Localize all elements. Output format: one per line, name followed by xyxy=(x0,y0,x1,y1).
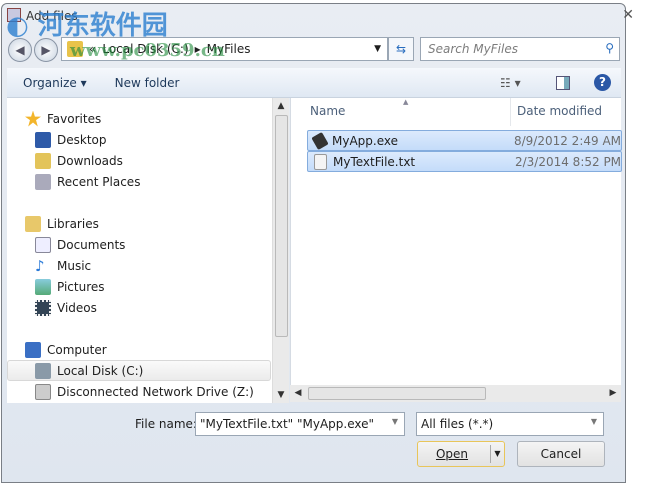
address-bar[interactable]: « Local Disk (C:) ▸ MyFiles ▼ xyxy=(61,37,388,61)
navigation-pane: Favorites Desktop Downloads Recent Place… xyxy=(7,98,272,403)
recent-places-icon xyxy=(35,173,51,190)
nav-favorites[interactable]: Favorites xyxy=(25,108,101,129)
new-folder-button[interactable]: New folder xyxy=(107,76,188,90)
nav-downloads[interactable]: Downloads xyxy=(35,150,123,171)
view-options-icon[interactable]: ☷ ▾ xyxy=(500,76,521,90)
chevron-down-icon[interactable]: ▼ xyxy=(591,417,597,426)
scroll-left-icon[interactable]: ◀ xyxy=(290,385,306,401)
file-list: Name ▲ Date modified MyApp.exe 8/9/2012 2… xyxy=(290,98,622,385)
organize-button[interactable]: Organize ▾ xyxy=(15,76,95,90)
folder-icon xyxy=(67,41,83,57)
nav-local-disk[interactable]: Local Disk (C:) xyxy=(7,360,271,381)
scrollbar-thumb[interactable] xyxy=(275,115,288,337)
app-icon xyxy=(7,8,21,22)
preview-pane-icon[interactable] xyxy=(556,75,570,90)
nav-libraries[interactable]: Libraries xyxy=(25,213,99,234)
drive-icon xyxy=(35,362,51,379)
chevron-down-icon[interactable]: ▼ xyxy=(392,417,398,426)
star-icon xyxy=(25,110,41,127)
text-file-icon xyxy=(314,153,327,170)
breadcrumb-myfiles[interactable]: MyFiles xyxy=(207,42,251,56)
back-button[interactable]: ◀ xyxy=(8,38,32,62)
column-header-date-modified[interactable]: Date modified xyxy=(517,104,602,118)
nav-network-drive[interactable]: Disconnected Network Drive (Z:) xyxy=(35,381,254,402)
desktop-icon xyxy=(35,131,51,148)
nav-recent-places[interactable]: Recent Places xyxy=(35,171,140,192)
forward-button[interactable]: ▶ xyxy=(34,38,58,62)
scroll-right-icon[interactable]: ▶ xyxy=(605,385,621,401)
open-dropdown-icon[interactable]: ▼ xyxy=(490,445,504,463)
search-icon[interactable]: ⚲ xyxy=(605,41,614,55)
scrollbar-thumb[interactable] xyxy=(308,387,486,400)
file-row[interactable]: MyTextFile.txt 2/3/2014 8:52 PM xyxy=(307,151,622,172)
nav-pictures[interactable]: Pictures xyxy=(35,276,105,297)
network-drive-icon xyxy=(35,383,51,400)
open-button[interactable]: Open ▼ xyxy=(417,441,505,467)
videos-icon xyxy=(35,299,51,316)
nav-scrollbar[interactable]: ▲ ▼ xyxy=(272,98,289,403)
window-title: Add files xyxy=(26,9,78,23)
executable-icon xyxy=(311,131,329,150)
search-placeholder: Search MyFiles xyxy=(428,42,518,56)
file-name-input[interactable]: "MyTextFile.txt" "MyApp.exe" ▼ xyxy=(195,412,405,436)
file-row[interactable]: MyApp.exe 8/9/2012 2:49 AM xyxy=(307,130,622,151)
cancel-button[interactable]: Cancel xyxy=(517,441,605,467)
computer-icon xyxy=(25,341,41,358)
documents-icon xyxy=(35,236,51,253)
breadcrumb-overflow[interactable]: « xyxy=(89,42,96,56)
nav-videos[interactable]: Videos xyxy=(35,297,97,318)
nav-desktop[interactable]: Desktop xyxy=(35,129,107,150)
help-button[interactable]: ? xyxy=(594,74,611,91)
downloads-icon xyxy=(35,152,51,169)
file-name-label: File name: xyxy=(135,417,197,431)
pictures-icon xyxy=(35,278,51,295)
file-list-horizontal-scrollbar[interactable]: ◀ ▶ xyxy=(290,385,621,402)
search-input[interactable]: Search MyFiles ⚲ xyxy=(420,37,620,61)
nav-music[interactable]: ♪ Music xyxy=(35,255,91,276)
nav-documents[interactable]: Documents xyxy=(35,234,125,255)
close-button[interactable]: ✕ xyxy=(622,7,634,23)
sort-ascending-icon: ▲ xyxy=(403,98,409,106)
scroll-down-icon[interactable]: ▼ xyxy=(273,387,289,403)
column-header-name[interactable]: Name xyxy=(310,104,345,118)
toolbar: Organize ▾ New folder ☷ ▾ ? xyxy=(7,68,621,98)
libraries-icon xyxy=(25,215,41,232)
music-icon: ♪ xyxy=(35,256,45,275)
breadcrumb-separator[interactable]: ▸ xyxy=(195,42,201,56)
refresh-button[interactable]: ⇆ xyxy=(388,37,414,61)
chevron-down-icon[interactable]: ▼ xyxy=(374,44,381,54)
file-type-select[interactable]: All files (*.*) ▼ xyxy=(416,412,604,436)
breadcrumb-local-disk[interactable]: Local Disk (C:) xyxy=(102,42,188,56)
scroll-up-icon[interactable]: ▲ xyxy=(273,98,289,114)
nav-computer[interactable]: Computer xyxy=(25,339,107,360)
